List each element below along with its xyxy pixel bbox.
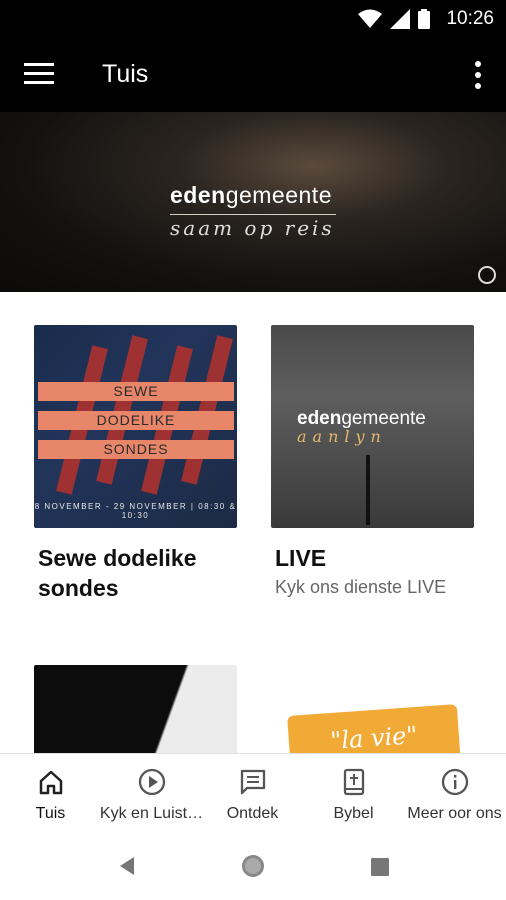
signal-icon [390, 9, 410, 29]
nav-item-bybel[interactable]: Bybel [303, 754, 404, 831]
nav-label: Kyk en Luist… [99, 805, 204, 822]
status-time: 10:26 [446, 8, 494, 29]
bottom-navigation: Tuis Kyk en Luist… Ontdek Bybel Meer oor… [0, 753, 506, 830]
status-icons [358, 9, 430, 29]
thumb-band: DODELIKE [38, 411, 234, 430]
hero-divider [170, 214, 336, 215]
app-bar: Tuis [0, 38, 506, 112]
globe-icon [478, 266, 496, 284]
camera-stand [366, 455, 370, 525]
thumb-band: SEWE [38, 382, 234, 401]
nav-item-tuis[interactable]: Tuis [0, 754, 101, 831]
nav-item-meer-oor-ons[interactable]: Meer oor ons [404, 754, 505, 831]
nav-label: Ontdek [226, 805, 279, 822]
bible-icon [343, 768, 364, 796]
card-subtitle: Kyk ons dienste LIVE [275, 577, 447, 597]
comment-icon [240, 769, 265, 795]
card-thumbnail-live[interactable]: edengemeente aanlyn [271, 325, 474, 528]
battery-icon [418, 9, 430, 29]
hero-brand: edengemeente [170, 182, 332, 208]
system-navigation-bar [0, 830, 506, 900]
thumb-subtitle: aanlyn [297, 427, 387, 446]
hero-banner[interactable]: edengemeente saam op reis [0, 112, 506, 292]
card-thumbnail-sewe-dodelike-sondes[interactable]: SEWE DODELIKE SONDES 8 NOVEMBER - 29 NOV… [34, 325, 237, 528]
wifi-icon [358, 9, 382, 28]
nav-item-kyk-en-luister[interactable]: Kyk en Luist… [100, 754, 203, 831]
menu-icon[interactable] [24, 62, 54, 86]
status-bar: 10:26 [0, 0, 506, 38]
thumb-dates: 8 NOVEMBER - 29 NOVEMBER | 08:30 & 10:30 [34, 502, 237, 520]
home-button-icon[interactable] [241, 854, 265, 878]
card-title[interactable]: LIVE [275, 543, 495, 573]
play-circle-icon [138, 768, 165, 796]
home-icon [39, 770, 62, 795]
nav-label: Bybel [333, 805, 374, 822]
card-title[interactable]: Sewe dodelike sondes [38, 543, 248, 603]
page-title: Tuis [102, 60, 149, 88]
recents-icon[interactable] [371, 858, 389, 876]
info-icon [441, 768, 468, 796]
hero-tagline: saam op reis [170, 216, 335, 240]
thumb-band: SONDES [38, 440, 234, 459]
more-vert-icon[interactable] [472, 60, 484, 90]
nav-item-ontdek[interactable]: Ontdek [202, 754, 303, 831]
nav-label: Meer oor ons [407, 805, 502, 822]
back-icon[interactable] [118, 856, 136, 876]
